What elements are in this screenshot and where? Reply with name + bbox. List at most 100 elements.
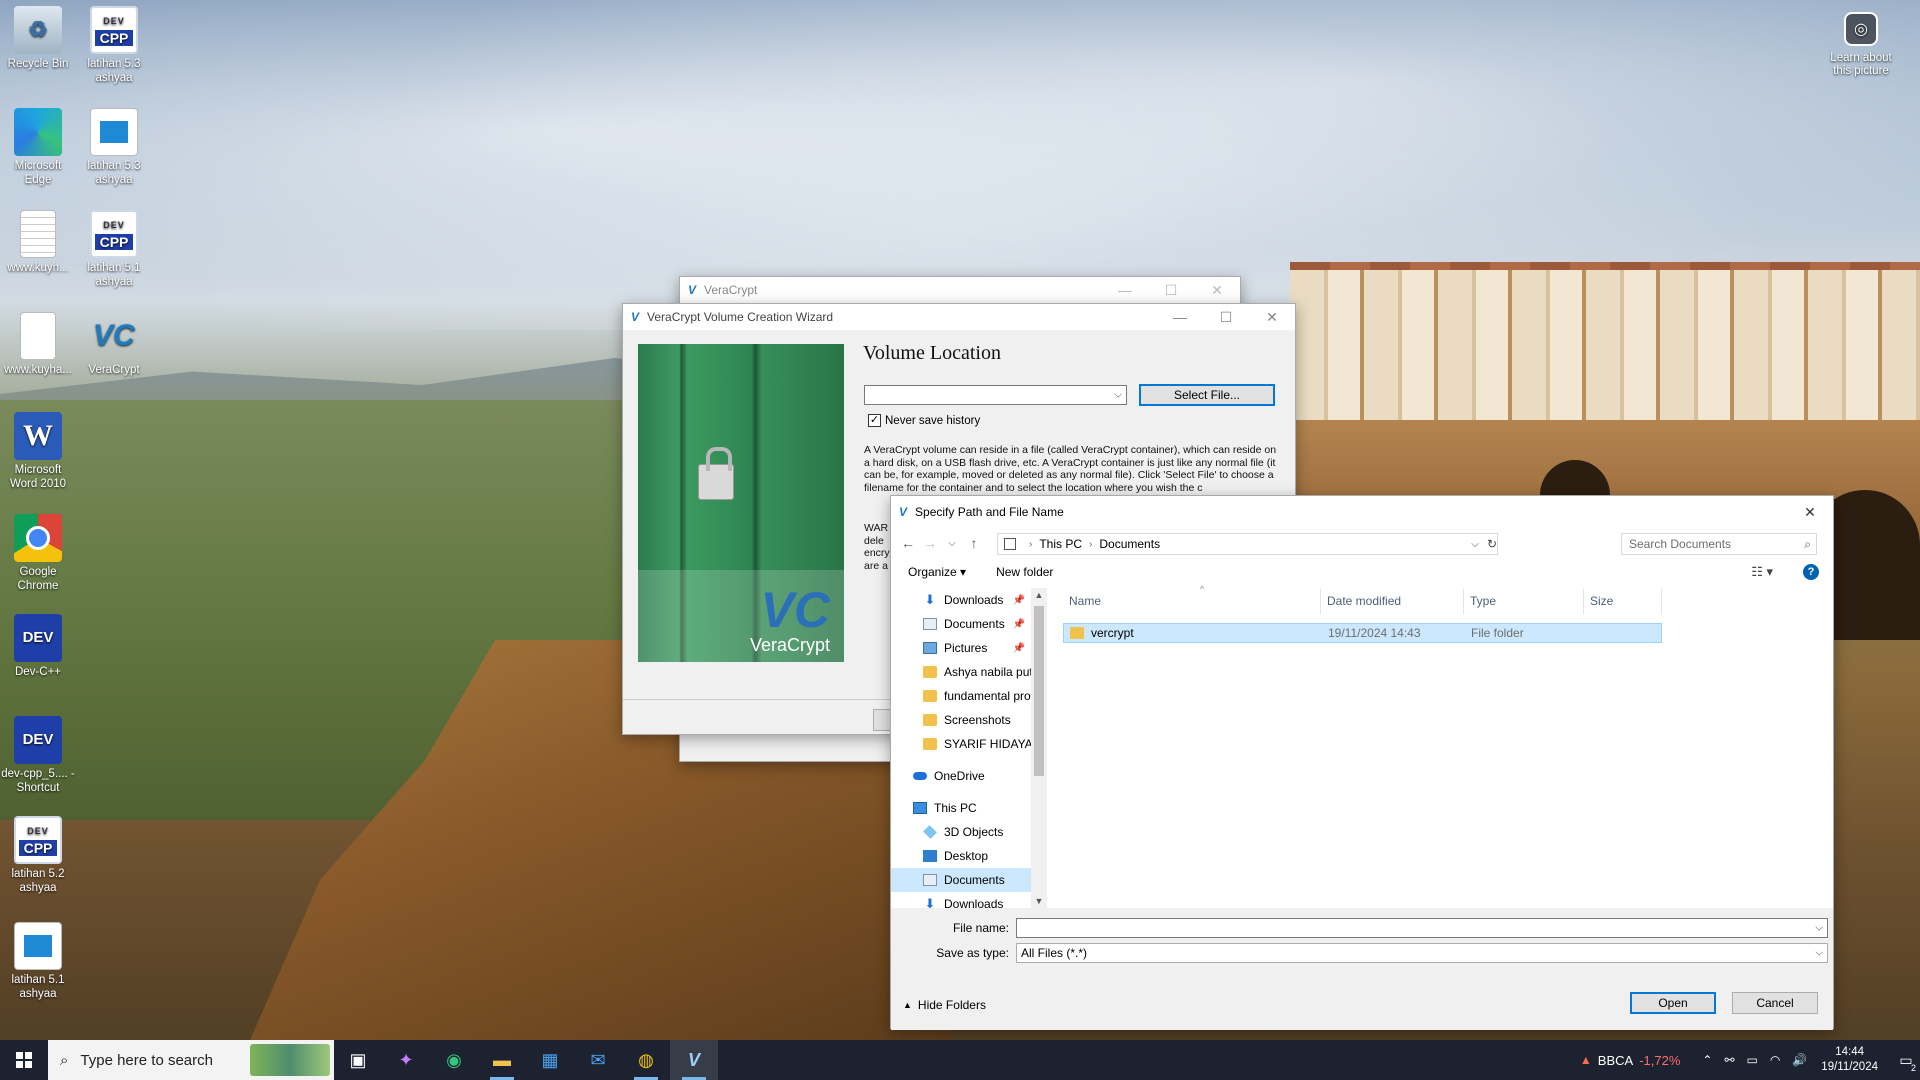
network-icon[interactable]: ⚯ [1724,1053,1734,1067]
learn-about-picture[interactable]: ◎ Learn about this picture [1826,12,1896,78]
chrome-taskbar-icon[interactable]: ◍ [622,1040,670,1080]
scrollbar-thumb[interactable] [1034,606,1044,776]
file-list-item[interactable]: vercrypt 19/11/2024 14:43 File folder [1063,623,1662,643]
edge-taskbar-icon[interactable]: ◉ [430,1040,478,1080]
copilot-icon[interactable]: ✦ [382,1040,430,1080]
view-options-icon[interactable]: ☷ ▾ [1751,564,1773,580]
column-header-type[interactable]: Type [1464,588,1584,614]
organize-button[interactable]: Organize ▾ [908,565,966,579]
chevron-up-icon[interactable]: ⌃ [1702,1053,1712,1067]
tree-item-documents-pinned[interactable]: Documents 📌 [891,612,1031,636]
pin-icon[interactable]: 📌 [1013,643,1025,654]
minimize-button[interactable]: — [1157,304,1203,330]
desktop-icon-word[interactable]: W Microsoft Word 2010 [0,412,76,491]
tree-item-fundamental[interactable]: fundamental pro [891,684,1031,708]
pin-icon[interactable]: 📌 [1013,619,1025,630]
veracrypt-taskbar-icon[interactable]: V [670,1040,718,1080]
column-header-date[interactable]: Date modified [1321,588,1464,614]
save-as-type-select[interactable]: All Files (*.*) ⌵ [1016,943,1828,963]
navigation-tree[interactable]: ⬇ Downloads 📌 Documents 📌 Pictures 📌 Ashya n… [891,588,1031,908]
desktop-icon-edge[interactable]: Microsoft Edge [0,108,76,187]
column-header-name[interactable]: Name [1063,588,1321,614]
tree-item-onedrive[interactable]: OneDrive [891,764,1031,788]
tree-item-3d-objects[interactable]: 3D Objects [891,820,1031,844]
scroll-down-icon[interactable]: ▼ [1031,896,1047,906]
specify-path-dialog[interactable]: V Specify Path and File Name ✕ ← → ⌵ ↑ ›… [890,495,1834,1030]
titlebar[interactable]: V VeraCrypt — ☐ ✕ [680,277,1240,303]
tree-item-screenshots[interactable]: Screenshots [891,708,1031,732]
titlebar[interactable]: V Specify Path and File Name ✕ [891,496,1833,528]
recent-locations-icon[interactable]: ⌵ [941,538,963,549]
mail-icon[interactable]: ✉ [574,1040,622,1080]
battery-icon[interactable]: ▭ [1747,1053,1758,1067]
tree-item-pictures[interactable]: Pictures 📌 [891,636,1031,660]
taskbar-search[interactable]: ⌕ Type here to search [48,1040,334,1080]
desktop-icon-recycle-bin[interactable]: ♻ Recycle Bin [0,6,76,71]
address-dropdown-icon[interactable]: ⌵ [1466,533,1484,555]
cancel-button[interactable]: Cancel [1732,992,1818,1014]
tree-item-downloads[interactable]: ⬇ Downloads 📌 [891,588,1031,612]
desktop-icon-latihan-5-1[interactable]: DEV CPP latihan 5.1 ashyaa [76,210,152,289]
maximize-button[interactable]: ☐ [1148,277,1194,303]
desktop-icon-kuyh-1[interactable]: www.kuyh... [0,210,76,275]
breadcrumb-chevron-icon[interactable]: › [1089,539,1092,550]
titlebar[interactable]: V VeraCrypt Volume Creation Wizard — ☐ ✕ [623,304,1295,330]
pin-icon[interactable]: 📌 [1013,595,1025,606]
tree-item-ashya[interactable]: Ashya nabila put [891,660,1031,684]
tree-item-syarif[interactable]: SYARIF HIDAYAH [891,732,1031,756]
open-button[interactable]: Open [1630,992,1716,1014]
scroll-up-icon[interactable]: ▲ [1031,590,1047,600]
volume-location-combo[interactable]: ⌵ [864,385,1127,405]
desktop-icon-veracrypt[interactable]: VC VeraCrypt [76,312,152,377]
volume-icon[interactable]: 🔊 [1792,1053,1807,1067]
file-explorer-icon[interactable]: ▬ [478,1040,526,1080]
start-button[interactable] [0,1040,48,1080]
help-icon[interactable]: ? [1803,564,1819,580]
address-bar[interactable]: › This PC › Documents [997,533,1498,555]
store-icon[interactable]: ▦ [526,1040,574,1080]
tree-item-documents[interactable]: Documents [891,868,1031,892]
desktop-icon-label: www.kuyha... [4,364,72,376]
refresh-icon[interactable]: ↻ [1483,533,1501,555]
desktop-icon-devcpp[interactable]: DEV Dev-C++ [0,614,76,679]
tree-item-this-pc[interactable]: This PC [891,796,1031,820]
checkbox-checked-icon[interactable]: ✓ [868,414,881,427]
breadcrumb-documents[interactable]: Documents [1099,537,1160,551]
desktop-icon-latihan-5-3-exe[interactable]: latihan 5.3 ashyaa [76,108,152,187]
desktop-icon-latihan-5-3[interactable]: DEV CPP latihan 5.3 ashyaa [76,6,152,85]
back-arrow-icon[interactable]: ← [897,535,919,551]
close-button[interactable]: ✕ [1194,277,1240,303]
tree-item-label: Screenshots [944,713,1011,727]
file-name-input[interactable]: ⌵ [1016,918,1828,938]
desktop-icon-kuyh-2[interactable]: www.kuyha... [0,312,76,377]
minimize-button[interactable]: — [1102,277,1148,303]
breadcrumb-this-pc[interactable]: This PC [1039,537,1082,551]
breadcrumb-chevron-icon[interactable]: › [1029,539,1032,550]
notification-center-icon[interactable]: ▭ 2 [1892,1052,1920,1073]
hide-folders-button[interactable]: ▲ Hide Folders [903,998,986,1012]
new-folder-button[interactable]: New folder [996,565,1053,579]
column-header-size[interactable]: Size [1584,588,1662,614]
select-file-button[interactable]: Select File... [1139,384,1275,406]
tree-item-downloads-pc[interactable]: ⬇ Downloads [891,892,1031,908]
clock[interactable]: 14:44 19/11/2024 [1821,1045,1878,1075]
search-input[interactable]: Search Documents ⌕ [1621,533,1817,555]
chevron-down-icon[interactable]: ⌵ [1815,923,1823,934]
close-button[interactable]: ✕ [1249,304,1295,330]
up-arrow-icon[interactable]: ↑ [963,535,985,551]
desktop-icon-chrome[interactable]: Google Chrome [0,514,76,593]
tree-scrollbar[interactable]: ▲ ▼ [1031,588,1047,908]
desktop-icon-latihan-5-1-exe[interactable]: latihan 5.1 ashyaa [0,922,76,1001]
desktop-icon-devcpp-shortcut[interactable]: DEV dev-cpp_5.... - Shortcut [0,716,76,795]
task-view-icon[interactable]: ▣ [334,1040,382,1080]
chevron-down-icon[interactable]: ⌵ [1114,390,1122,401]
forward-arrow-icon[interactable]: → [919,535,941,551]
chevron-down-icon[interactable]: ⌵ [1815,948,1823,959]
close-button[interactable]: ✕ [1787,496,1833,528]
maximize-button[interactable]: ☐ [1203,304,1249,330]
wifi-icon[interactable]: ◠ [1770,1053,1780,1067]
desktop-icon-latihan-5-2[interactable]: DEV CPP latihan 5.2 ashyaa [0,816,76,895]
stock-widget[interactable]: ▲ BBCA -1,72% [1580,1053,1681,1068]
never-save-history-checkbox[interactable]: ✓ Never save history [868,414,980,427]
tree-item-desktop[interactable]: Desktop [891,844,1031,868]
